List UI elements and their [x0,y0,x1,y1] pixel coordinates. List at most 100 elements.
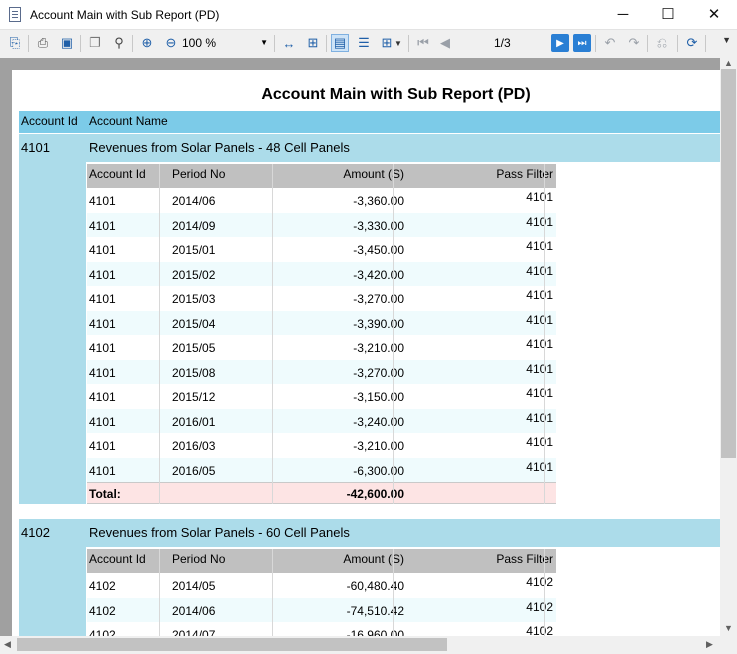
report-title: Account Main with Sub Report (PD) [261,86,531,103]
next-page-icon[interactable]: ▶ [551,34,569,52]
multi-page-dropdown-icon[interactable]: ▼ [394,34,402,52]
column-divider [393,164,394,504]
row-amount: -3,210.00 [353,341,404,355]
minimize-button[interactable]: ─ [600,0,646,30]
back-icon[interactable]: ↶ [601,34,619,52]
window-title: Account Main with Sub Report (PD) [30,8,220,22]
fit-page-icon[interactable]: ⊞ [304,34,322,52]
table-row: 4101 2016/01 -3,240.00 4101 [87,408,556,433]
row-amount: -3,210.00 [353,439,404,453]
row-amount: -74,510.42 [346,603,404,618]
report-column-header: Account Id Account Name [19,111,720,133]
account-side-strip [19,547,86,636]
print-icon[interactable]: ⎙ [34,34,52,52]
row-pass-filter: 4101 [526,288,553,302]
row-pass-filter: 4101 [526,435,553,449]
horizontal-scrollbar[interactable]: ◀ ▶ [0,636,720,653]
row-pass-filter: 4101 [526,214,553,229]
chevron-down-icon: ▼ [260,38,268,47]
table-row: 4102 2014/07 -16,960.00 4102 [87,622,556,636]
row-pass-filter: 4102 [526,599,553,614]
toolbar-overflow-icon[interactable]: ▼ [722,35,731,45]
copy-icon[interactable]: ⎘ [6,34,24,52]
table-row: 4101 2015/02 -3,420.00 4101 [87,261,556,286]
account-id: 4102 [21,525,50,540]
row-period-no: 2014/06 [172,603,216,618]
row-period-no: 2014/09 [172,218,216,233]
sub-header-account-id: Account Id [89,552,146,566]
vertical-scrollbar[interactable]: ▲ ▼ [720,58,737,636]
row-amount: -3,420.00 [353,267,404,282]
table-row: 4102 2014/06 -74,510.42 4102 [87,597,556,622]
row-account-id: 4101 [89,194,116,208]
row-pass-filter: 4101 [526,361,553,376]
maximize-button[interactable]: ☐ [645,0,691,30]
row-account-id: 4101 [89,414,116,429]
column-divider [159,164,160,504]
row-account-id: 4101 [89,365,116,380]
row-period-no: 2014/07 [172,628,216,636]
row-period-no: 2016/05 [172,463,216,478]
page-indicator[interactable]: 1/3 [494,36,511,50]
toolbar: ⎘ ⎙ ▣ ❐ ⚲ ⊕ ⊖ 100 % ▼ ↔ ⊞ ▤ ☰ ⊞ ▼ ⏮ ◀ 1/… [0,30,737,58]
row-account-id: 4101 [89,439,116,453]
copy-pages-icon[interactable]: ❐ [86,34,104,52]
single-page-icon[interactable]: ▤ [331,34,349,52]
table-row: 4101 2015/01 -3,450.00 4101 [87,237,556,261]
sub-header-period-no: Period No [172,552,226,566]
prev-page-icon[interactable]: ◀ [436,34,454,52]
table-row: 4101 2014/09 -3,330.00 4101 [87,212,556,237]
row-pass-filter: 4101 [526,410,553,425]
vertical-scroll-thumb[interactable] [721,69,736,458]
undo-icon[interactable]: ⎌ [653,34,671,52]
horizontal-scroll-thumb[interactable] [17,638,447,651]
row-amount: -6,300.00 [353,463,404,478]
row-account-id: 4101 [89,463,116,478]
header-account-id: Account Id [21,114,78,128]
account-name: Revenues from Solar Panels - 60 Cell Pan… [89,525,350,540]
row-amount: -3,240.00 [353,414,404,429]
zoom-out-icon[interactable]: ⊖ [162,34,180,52]
scroll-up-icon[interactable]: ▲ [724,58,733,68]
scroll-down-icon[interactable]: ▼ [724,623,733,633]
report-page: Account Main with Sub Report (PD) Accoun… [12,70,720,636]
row-account-id: 4101 [89,267,116,282]
scroll-right-icon[interactable]: ▶ [706,639,713,650]
fit-width-icon[interactable]: ↔ [280,34,298,52]
zoom-select[interactable]: 100 % ▼ [182,36,270,52]
table-row: 4101 2015/08 -3,270.00 4101 [87,359,556,384]
row-amount: -60,480.40 [346,579,404,593]
row-pass-filter: 4101 [526,386,553,400]
account-name: Revenues from Solar Panels - 48 Cell Pan… [89,140,350,155]
row-amount: -3,360.00 [353,194,404,208]
row-period-no: 2015/08 [172,365,216,380]
row-account-id: 4102 [89,628,116,636]
row-pass-filter: 4101 [526,239,553,253]
row-amount: -3,330.00 [353,218,404,233]
first-page-icon[interactable]: ⏮ [414,34,432,52]
close-button[interactable]: ✕ [691,0,737,30]
account-side-strip [19,162,86,504]
row-account-id: 4101 [89,292,116,306]
row-period-no: 2016/03 [172,439,216,453]
subreport-header: Account Id Period No Amount (S) Pass Filter [87,549,556,573]
row-pass-filter: 4102 [526,575,553,589]
column-divider [544,549,545,636]
row-pass-filter: 4101 [526,263,553,278]
column-divider [159,549,160,636]
scroll-left-icon[interactable]: ◀ [4,639,11,650]
table-row: 4101 2016/03 -3,210.00 4101 [87,433,556,457]
row-pass-filter: 4101 [526,337,553,351]
row-account-id: 4101 [89,316,116,331]
refresh-icon[interactable]: ⟳ [683,34,701,52]
continuous-icon[interactable]: ☰ [355,34,373,52]
zoom-in-icon[interactable]: ⊕ [138,34,156,52]
total-row: Total: -42,600.00 [87,482,556,504]
print-preview-icon[interactable]: ▣ [58,34,76,52]
sub-header-amount: Amount (S) [343,167,404,181]
last-page-icon[interactable]: ⏭ [573,34,591,52]
table-row: 4101 2014/06 -3,360.00 4101 [87,188,556,212]
forward-icon[interactable]: ↷ [625,34,643,52]
find-icon[interactable]: ⚲ [110,34,128,52]
account-band: 4102 Revenues from Solar Panels - 60 Cell… [19,519,720,547]
